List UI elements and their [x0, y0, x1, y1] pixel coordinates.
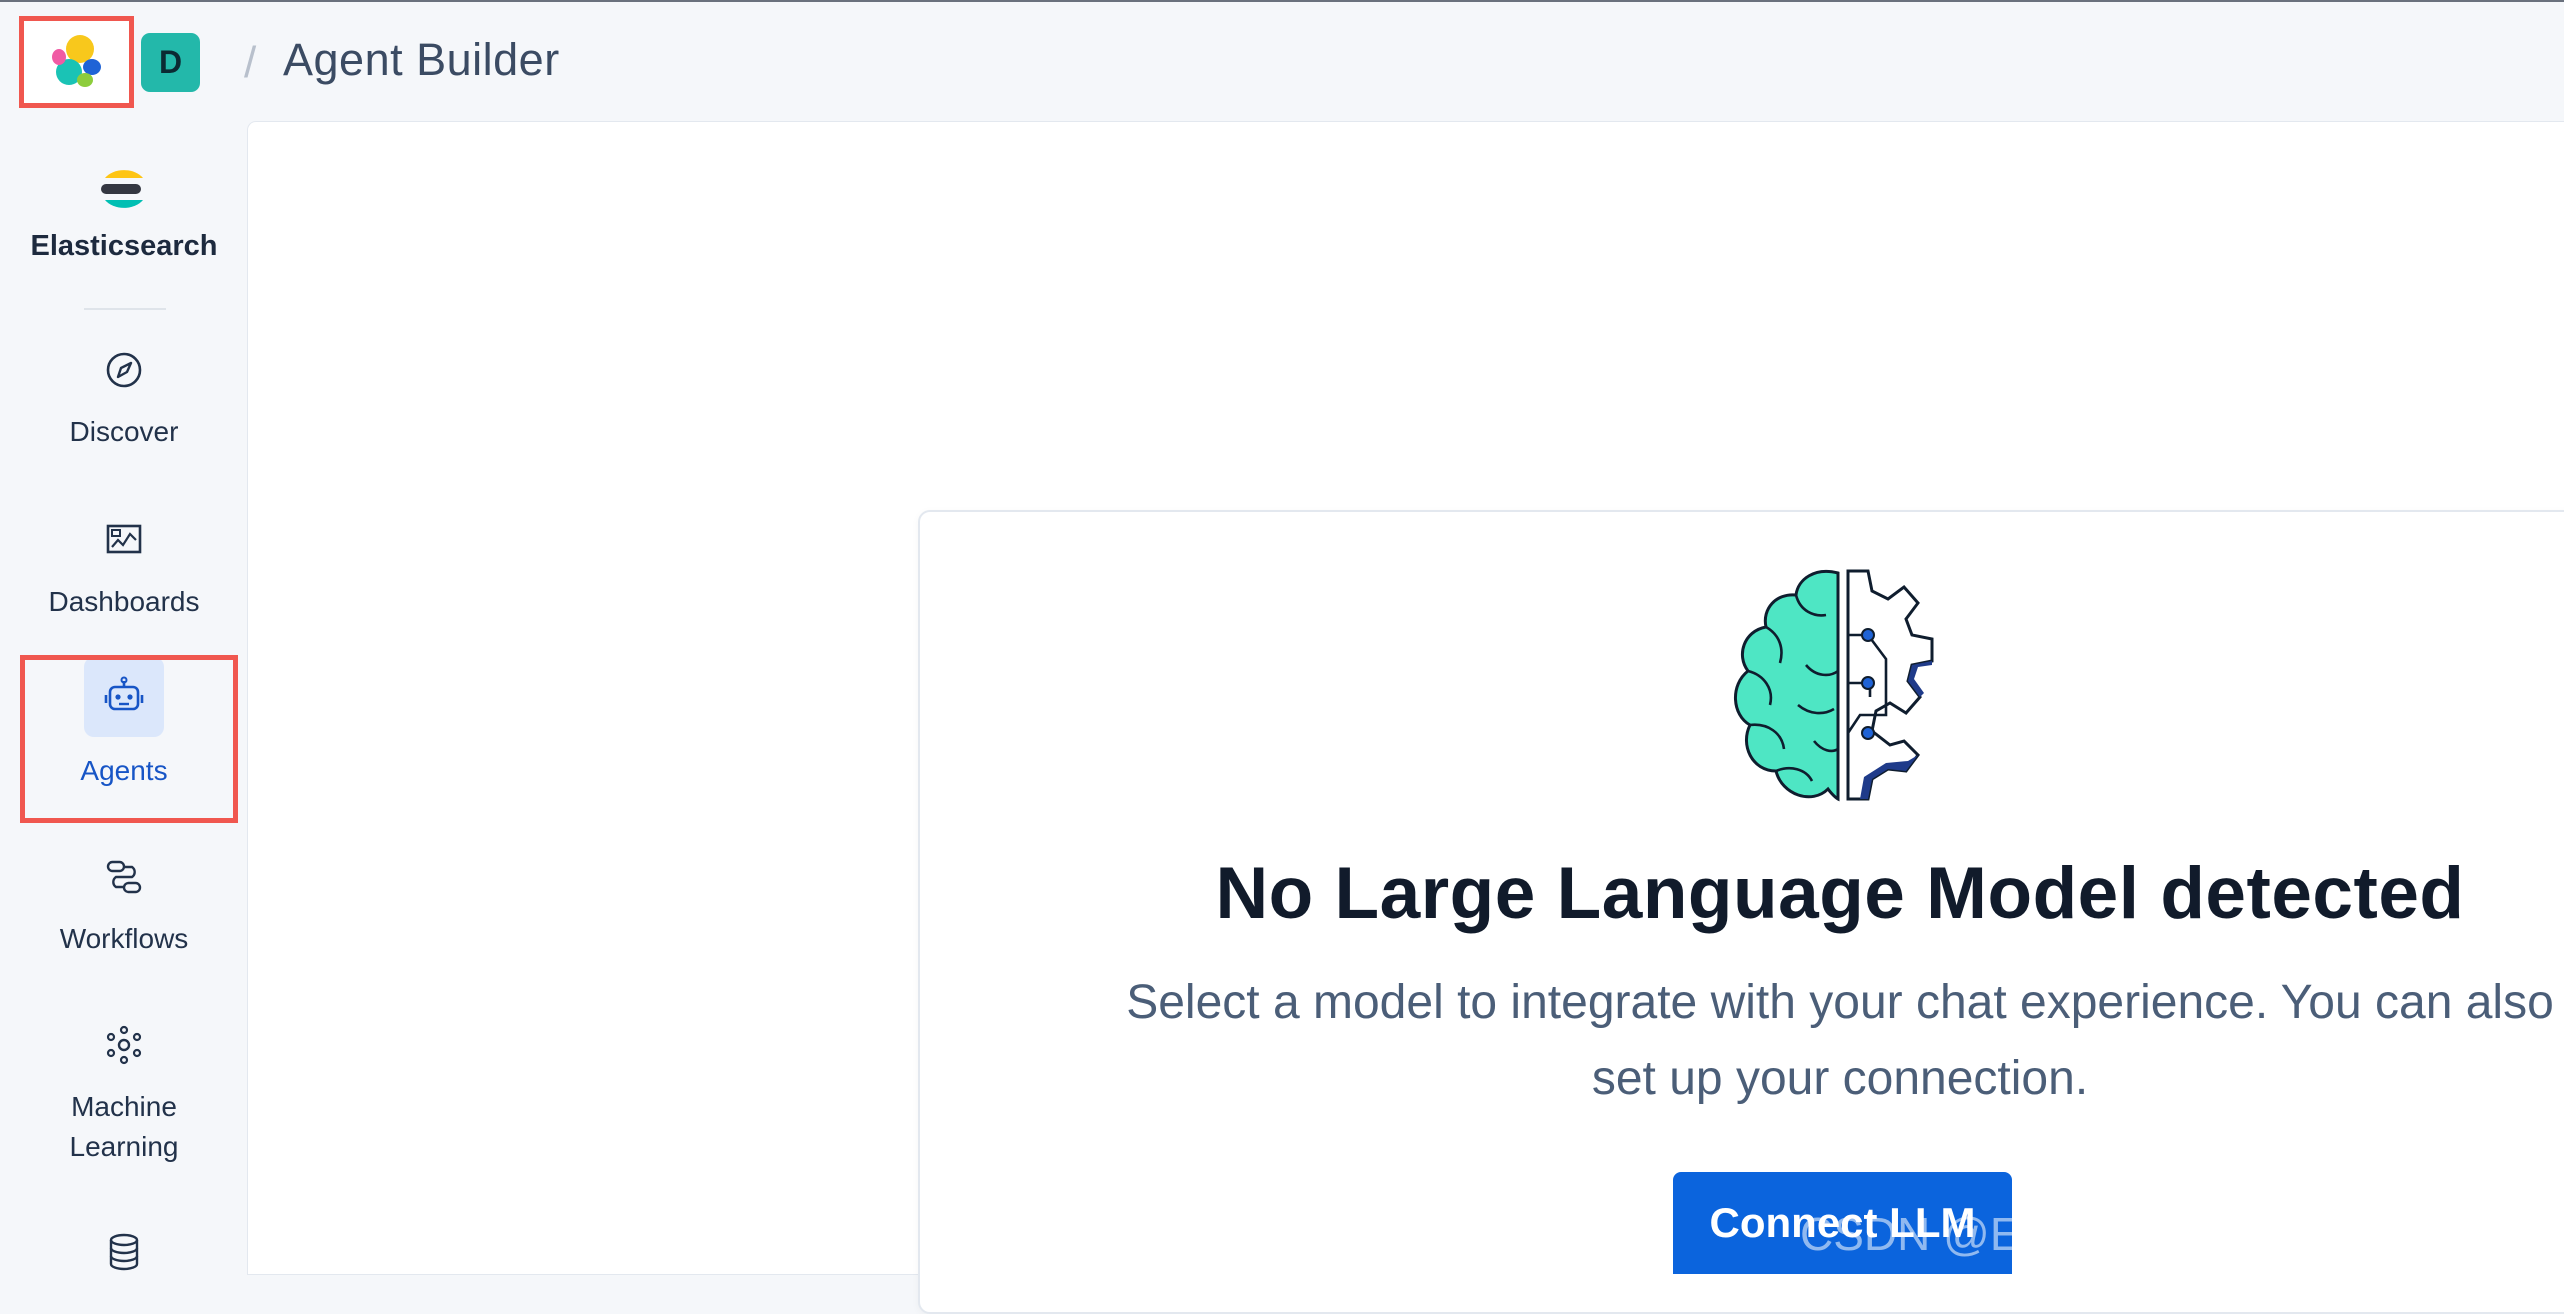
sidebar-item-data[interactable] — [0, 1232, 248, 1272]
page-title[interactable]: Agent Builder — [283, 34, 560, 86]
empty-state-title: No Large Language Model detected — [1215, 853, 2465, 934]
elastic-logo-button[interactable] — [19, 16, 134, 108]
robot-icon — [104, 676, 144, 711]
workflow-icon — [106, 860, 142, 894]
sidebar-item-label: Elasticsearch — [30, 230, 218, 262]
sidebar-item-workflows[interactable]: Workflows — [0, 857, 248, 959]
active-icon-background — [84, 657, 164, 737]
sidebar-item-label: Workflows — [59, 923, 189, 954]
breadcrumb-separator: / — [244, 38, 257, 87]
space-avatar[interactable]: D — [141, 33, 200, 92]
sidebar-divider — [84, 308, 166, 310]
sidebar-item-discover[interactable]: Discover — [0, 350, 248, 452]
empty-state-description-wrap: Select a model to integrate with your ch… — [1090, 965, 2564, 1115]
sidebar-item-agents[interactable]: Agents — [0, 657, 248, 791]
sidebar-item-label: Agents — [80, 755, 168, 786]
sidebar-item-label: Machine Learning — [69, 1091, 179, 1162]
sidebar-item-machine-learning[interactable]: Machine Learning — [0, 1025, 248, 1167]
sidebar-item-dashboards[interactable]: Dashboards — [0, 520, 248, 622]
empty-state-description: Select a model to integrate with your ch… — [1126, 976, 2554, 1105]
connect-llm-button[interactable]: Connect LLM — [1673, 1172, 2012, 1274]
database-icon — [109, 1233, 139, 1271]
sidebar: Elasticsearch Discover Dashboards Agents… — [0, 122, 248, 1274]
sidebar-item-label: Discover — [69, 416, 179, 447]
empty-state-title-wrap: No Large Language Model detected — [1000, 852, 2564, 935]
elasticsearch-logo-icon — [101, 170, 143, 208]
sidebar-item-elasticsearch[interactable]: Elasticsearch — [0, 162, 248, 266]
top-header: D / Agent Builder — [0, 0, 2564, 124]
dashboard-icon — [106, 524, 142, 554]
elastic-logo-icon — [51, 35, 101, 87]
sidebar-item-label: Dashboards — [48, 586, 200, 617]
brain-gear-illustration — [1734, 569, 1934, 802]
compass-icon — [106, 352, 142, 388]
machine-learning-icon — [106, 1025, 142, 1065]
